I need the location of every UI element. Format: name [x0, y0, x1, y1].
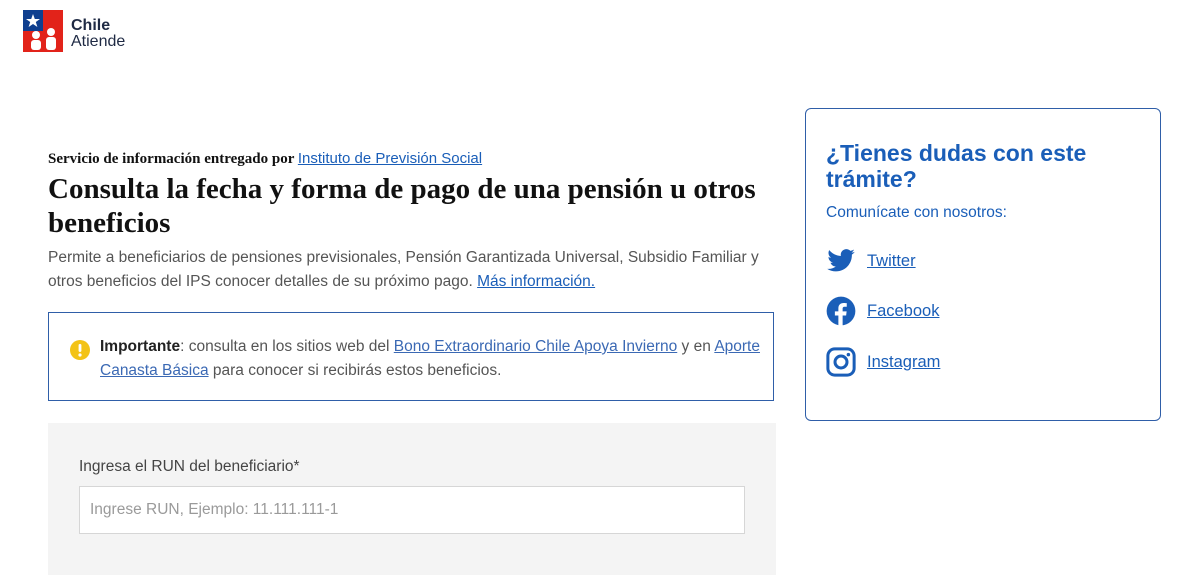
help-title: ¿Tienes dudas con este trámite? [826, 140, 1087, 192]
chile-atiende-logo[interactable]: Chile Atiende [23, 10, 125, 52]
chile-atiende-logo-icon [23, 10, 63, 52]
provider-prefix: Servicio de información entregado por [48, 151, 298, 167]
twitter-icon [827, 249, 855, 272]
run-input[interactable] [79, 486, 745, 534]
notice-label: Importante [100, 338, 181, 355]
social-link-twitter[interactable]: Twitter [826, 246, 916, 276]
description-text: Permite a beneficiarios de pensiones pre… [48, 249, 759, 290]
notice-text-1: : consulta en los sitios web del [180, 338, 394, 355]
more-info-link[interactable]: Más información. [477, 273, 595, 290]
run-form: Ingresa el RUN del beneficiario* [48, 423, 776, 575]
notice-text-3: para conocer si recibirás estos benefici… [208, 362, 502, 379]
run-field-label: Ingresa el RUN del beneficiario* [79, 458, 300, 475]
important-notice: Importante: consulta en los sitios web d… [48, 312, 774, 401]
provider-line: Servicio de información entregado por In… [48, 150, 778, 168]
instagram-icon [826, 347, 856, 377]
main-content: Servicio de información entregado por In… [48, 150, 778, 294]
social-link-instagram[interactable]: Instagram [826, 347, 940, 377]
bono-invierno-link[interactable]: Bono Extraordinario Chile Apoya Invierno [394, 338, 677, 355]
facebook-icon [826, 296, 856, 326]
facebook-link[interactable]: Facebook [867, 302, 939, 321]
twitter-link[interactable]: Twitter [867, 252, 916, 271]
page-description: Permite a beneficiarios de pensiones pre… [48, 246, 773, 294]
provider-link[interactable]: Instituto de Previsión Social [298, 150, 482, 167]
page-title: Consulta la fecha y forma de pago de una… [48, 173, 756, 239]
notice-text-2: y en [677, 338, 715, 355]
social-link-facebook[interactable]: Facebook [826, 296, 939, 326]
instagram-link[interactable]: Instagram [867, 353, 940, 372]
help-box: ¿Tienes dudas con este trámite? Comuníca… [805, 108, 1161, 421]
logo-title: Chile [71, 17, 111, 34]
help-subtitle: Comunícate con nosotros: [826, 204, 1007, 221]
logo-subtitle: Atiende [71, 33, 126, 50]
notice-text: Importante: consulta en los sitios web d… [100, 335, 760, 383]
exclamation-circle-icon [70, 340, 90, 360]
